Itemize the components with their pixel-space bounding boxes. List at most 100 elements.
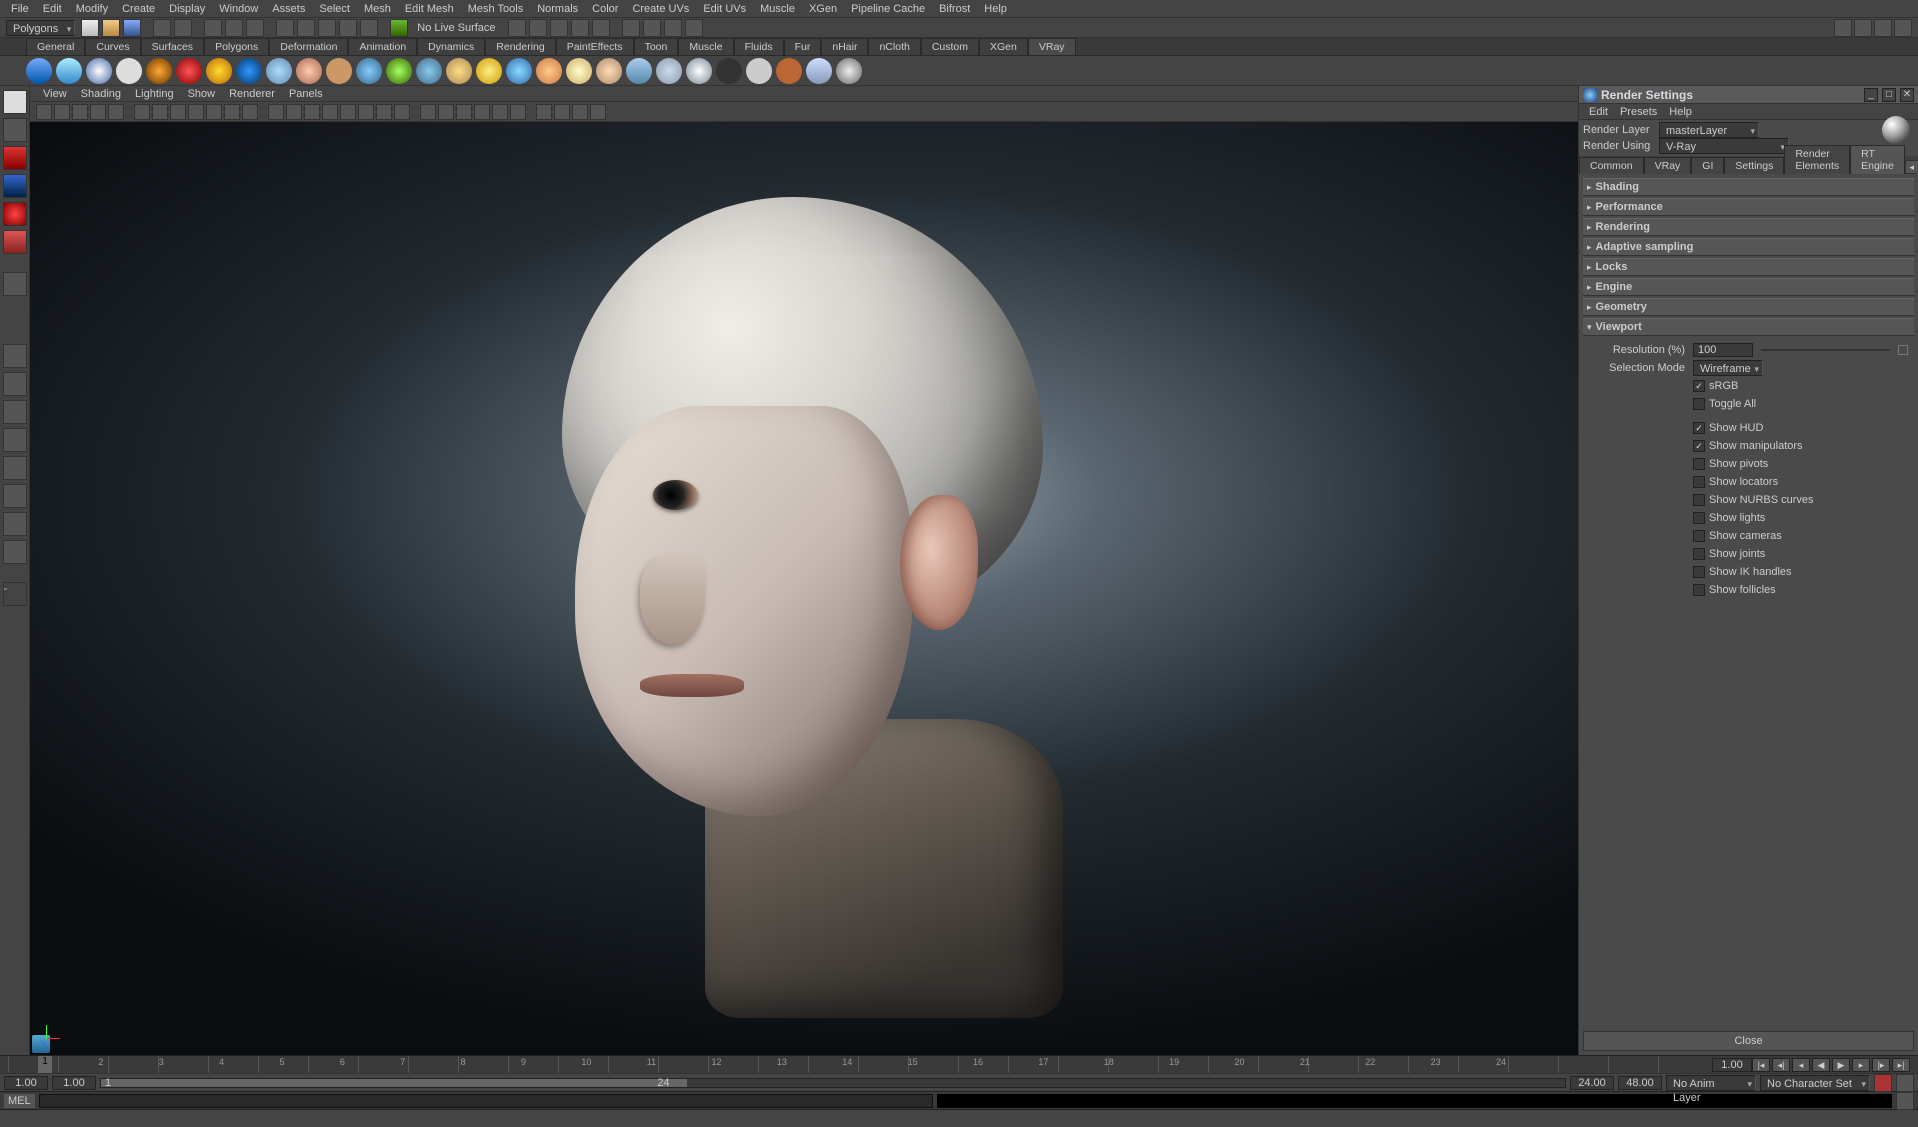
- lasso-icon[interactable]: [225, 19, 243, 37]
- vp-toolbar-icon-11[interactable]: [242, 104, 258, 120]
- layout4-icon[interactable]: [685, 19, 703, 37]
- single-pane-icon[interactable]: [3, 344, 27, 368]
- anim-layer-dropdown[interactable]: No Anim Layer: [1666, 1075, 1756, 1091]
- selection-mode-dropdown[interactable]: Wireframe: [1693, 360, 1763, 376]
- script-editor-icon[interactable]: [1896, 1092, 1914, 1110]
- shelf-tab-vray[interactable]: VRay: [1028, 38, 1076, 55]
- shelf-tab-fur[interactable]: Fur: [784, 38, 822, 55]
- vp-toolbar-icon-26[interactable]: [536, 104, 552, 120]
- vp-toolbar-icon-21[interactable]: [438, 104, 454, 120]
- shelf-item-3[interactable]: [116, 58, 142, 84]
- shelf-tab-polygons[interactable]: Polygons: [204, 38, 269, 55]
- vp-toolbar-icon-6[interactable]: [152, 104, 168, 120]
- two-pane-h-icon[interactable]: [3, 400, 27, 424]
- vp-toolbar-icon-0[interactable]: [36, 104, 52, 120]
- close-icon[interactable]: ✕: [1900, 88, 1914, 102]
- minimize-icon[interactable]: _: [1864, 88, 1878, 102]
- vp-toolbar-icon-18[interactable]: [376, 104, 392, 120]
- shelf-tab-deformation[interactable]: Deformation: [269, 38, 348, 55]
- menu-select[interactable]: Select: [312, 1, 357, 17]
- select-tool-icon[interactable]: [3, 90, 27, 114]
- vp-toolbar-icon-24[interactable]: [492, 104, 508, 120]
- shelf-item-12[interactable]: [386, 58, 412, 84]
- shelf-item-15[interactable]: [476, 58, 502, 84]
- shelf-tab-nhair[interactable]: nHair: [821, 38, 868, 55]
- menu-xgen[interactable]: XGen: [802, 1, 844, 17]
- hypershade-icon[interactable]: [592, 19, 610, 37]
- vp-toolbar-icon-7[interactable]: [170, 104, 186, 120]
- go-start-icon[interactable]: |◂: [1752, 1058, 1770, 1072]
- shelf-tab-toon[interactable]: Toon: [634, 38, 679, 55]
- three-pane-icon[interactable]: [3, 456, 27, 480]
- section-performance[interactable]: Performance: [1583, 198, 1914, 216]
- vp-toolbar-icon-22[interactable]: [456, 104, 472, 120]
- make-live-icon[interactable]: [390, 19, 408, 37]
- go-end-icon[interactable]: ▸|: [1892, 1058, 1910, 1072]
- ipr-icon[interactable]: [550, 19, 568, 37]
- menu-window[interactable]: Window: [212, 1, 265, 17]
- shelf-item-21[interactable]: [656, 58, 682, 84]
- rp-menu-edit[interactable]: Edit: [1583, 105, 1614, 119]
- new-scene-icon[interactable]: [81, 19, 99, 37]
- play-end-field[interactable]: [1570, 1076, 1614, 1090]
- vp-menu-show[interactable]: Show: [181, 87, 223, 101]
- menu-assets[interactable]: Assets: [265, 1, 312, 17]
- vp-toolbar-icon-8[interactable]: [188, 104, 204, 120]
- character-set-dropdown[interactable]: No Character Set: [1760, 1075, 1870, 1091]
- shelf-item-20[interactable]: [626, 58, 652, 84]
- shelf-item-17[interactable]: [536, 58, 562, 84]
- snap-curve-icon[interactable]: [297, 19, 315, 37]
- checkbox-show-ik-handles[interactable]: [1693, 566, 1705, 578]
- shelf-item-1[interactable]: [56, 58, 82, 84]
- vp-toolbar-icon-4[interactable]: [108, 104, 124, 120]
- layout-icon[interactable]: [622, 19, 640, 37]
- tab-nav-icon[interactable]: ◂: [1905, 160, 1918, 174]
- shelf-tab-general[interactable]: General: [26, 38, 85, 55]
- module-dropdown[interactable]: Polygons: [6, 20, 75, 36]
- shelf-tab-muscle[interactable]: Muscle: [678, 38, 733, 55]
- move-tool-icon[interactable]: [3, 174, 27, 198]
- current-time-field[interactable]: [1712, 1058, 1752, 1072]
- section-geometry[interactable]: Geometry: [1583, 298, 1914, 316]
- vp-menu-view[interactable]: View: [36, 87, 74, 101]
- menu-edit-mesh[interactable]: Edit Mesh: [398, 1, 461, 17]
- step-back-key-icon[interactable]: ◂|: [1772, 1058, 1790, 1072]
- menu-mesh[interactable]: Mesh: [357, 1, 398, 17]
- vp-toolbar-icon-10[interactable]: [224, 104, 240, 120]
- play-start-field[interactable]: [52, 1076, 96, 1090]
- shelf-item-5[interactable]: [176, 58, 202, 84]
- play-back-icon[interactable]: ◀: [1812, 1058, 1830, 1072]
- menu-modify[interactable]: Modify: [69, 1, 115, 17]
- shelf-item-0[interactable]: [26, 58, 52, 84]
- checkbox-show-joints[interactable]: [1693, 548, 1705, 560]
- anim-start-field[interactable]: [4, 1076, 48, 1090]
- shelf-item-23[interactable]: [716, 58, 742, 84]
- render-settings-icon[interactable]: [571, 19, 589, 37]
- vp-menu-lighting[interactable]: Lighting: [128, 87, 181, 101]
- hypershade-layout-icon[interactable]: [3, 540, 27, 564]
- vp-toolbar-icon-20[interactable]: [420, 104, 436, 120]
- history-icon[interactable]: [508, 19, 526, 37]
- paint-select-icon[interactable]: [246, 19, 264, 37]
- menu-create[interactable]: Create: [115, 1, 162, 17]
- shelf-item-26[interactable]: [806, 58, 832, 84]
- shelf-item-8[interactable]: [266, 58, 292, 84]
- layout3-icon[interactable]: [664, 19, 682, 37]
- vp-menu-panels[interactable]: Panels: [282, 87, 330, 101]
- checkbox-show-follicles[interactable]: [1693, 584, 1705, 596]
- vp-toolbar-icon-1[interactable]: [54, 104, 70, 120]
- vp-toolbar-icon-23[interactable]: [474, 104, 490, 120]
- snap-grid-icon[interactable]: [276, 19, 294, 37]
- vp-menu-shading[interactable]: Shading: [74, 87, 128, 101]
- vp-toolbar-icon-17[interactable]: [358, 104, 374, 120]
- time-marker[interactable]: 1: [38, 1056, 52, 1073]
- menu-color[interactable]: Color: [585, 1, 625, 17]
- menu-create-uvs[interactable]: Create UVs: [625, 1, 696, 17]
- shelf-item-14[interactable]: [446, 58, 472, 84]
- resolution-field[interactable]: [1693, 343, 1753, 357]
- rp-tab-render-elements[interactable]: Render Elements: [1784, 145, 1850, 174]
- vp-toolbar-icon-3[interactable]: [90, 104, 106, 120]
- rp-menu-presets[interactable]: Presets: [1614, 105, 1663, 119]
- shelf-item-10[interactable]: [326, 58, 352, 84]
- last-tool-icon[interactable]: [3, 272, 27, 296]
